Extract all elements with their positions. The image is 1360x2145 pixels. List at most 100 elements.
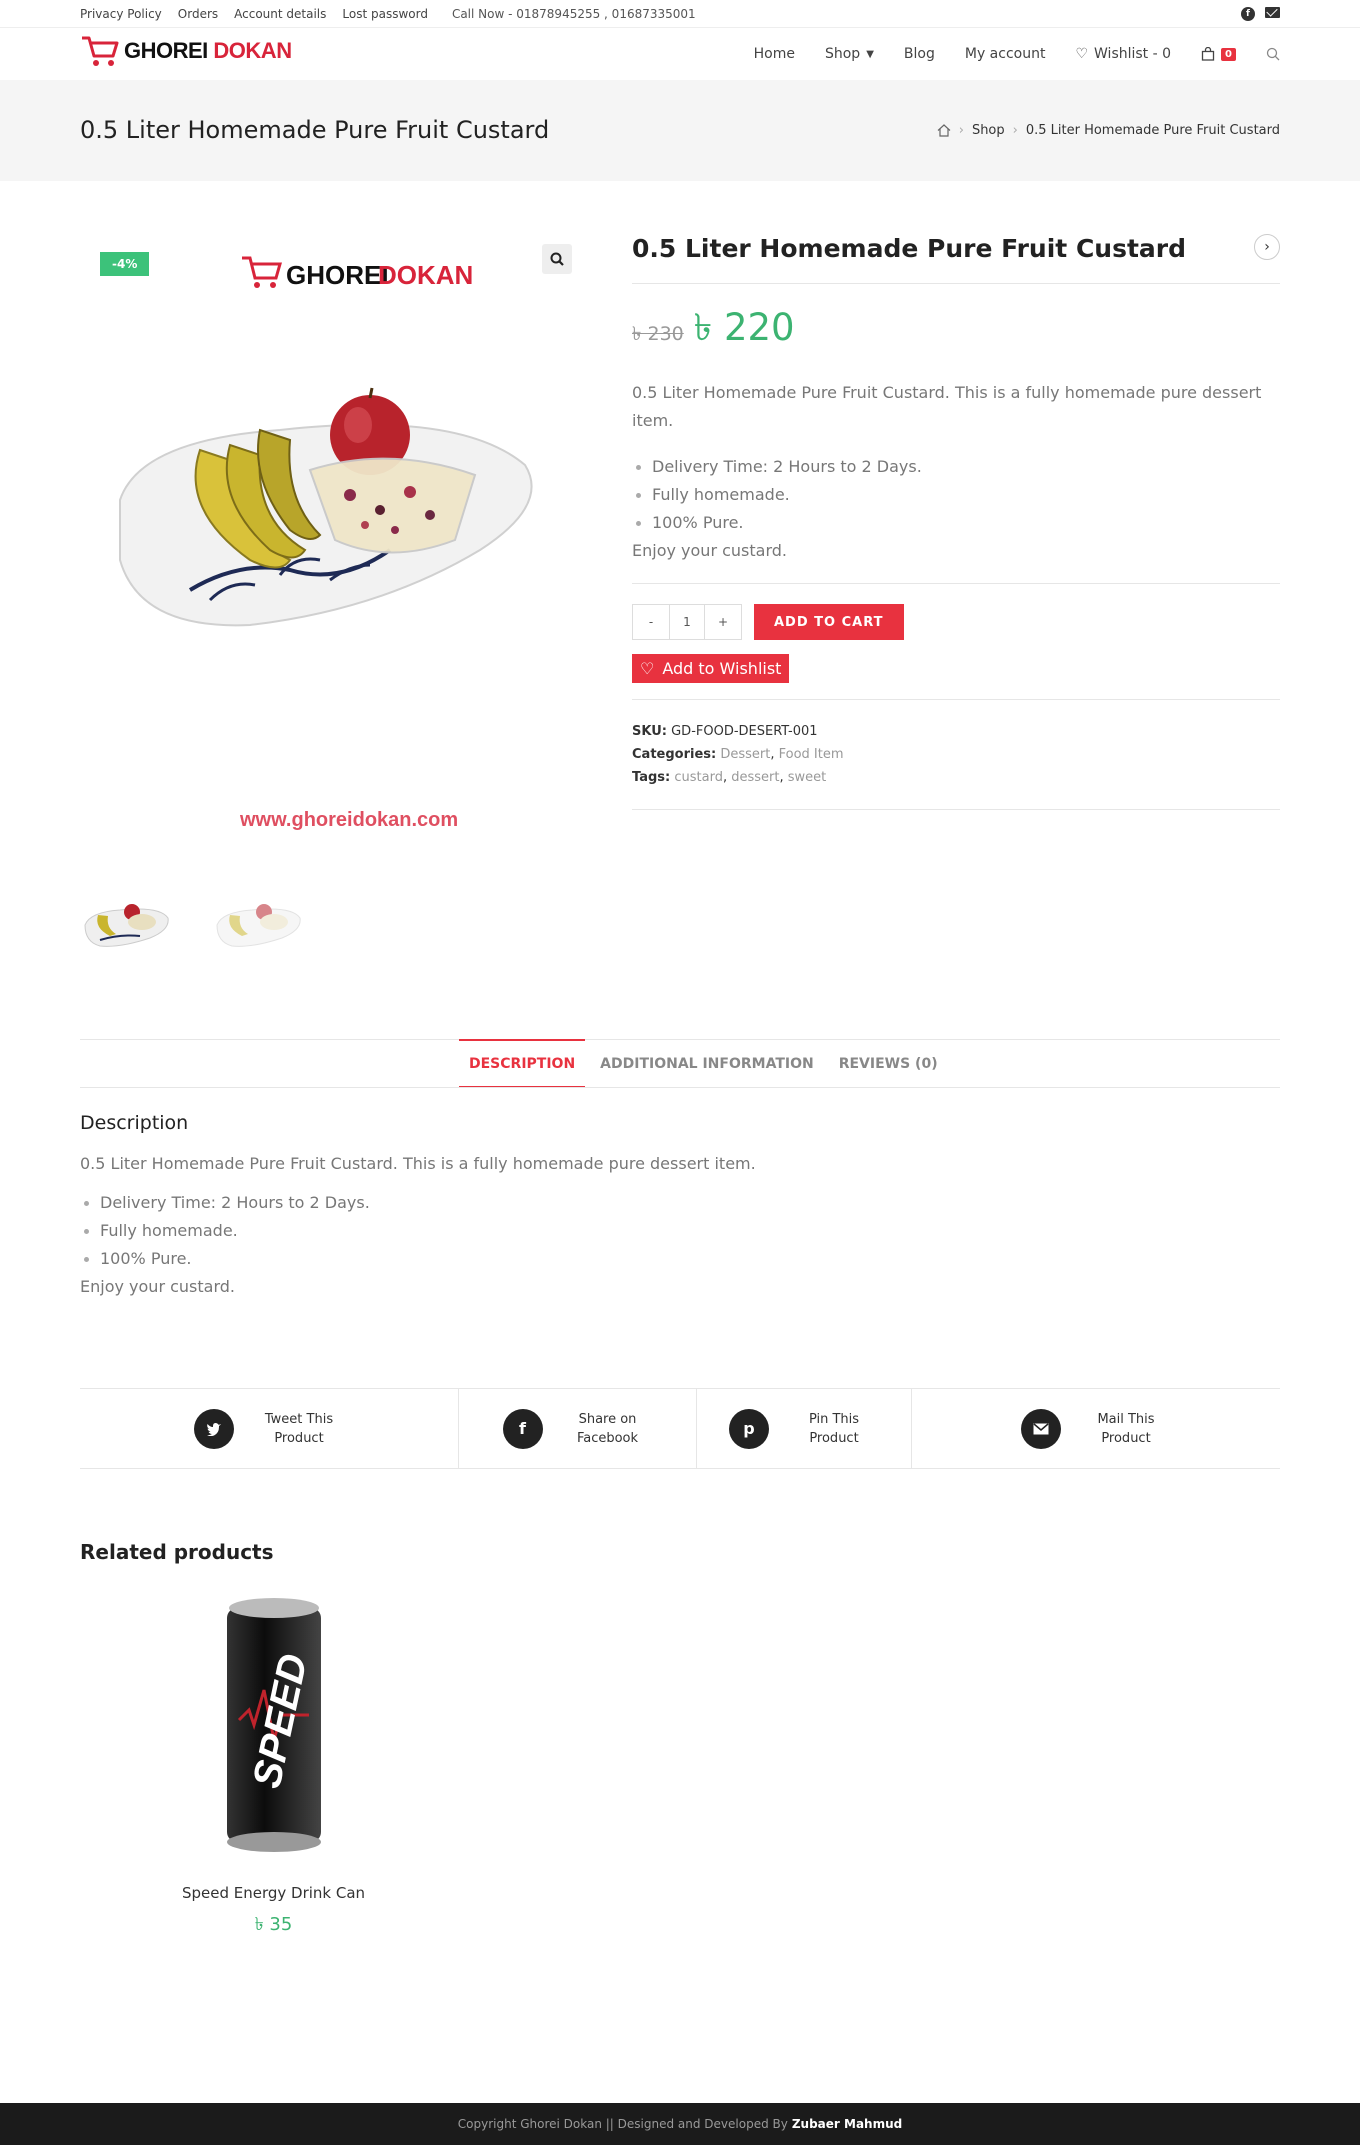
- pinterest-icon: p: [729, 1408, 769, 1449]
- add-to-cart-button[interactable]: ADD TO CART: [754, 604, 904, 640]
- tag-link[interactable]: sweet: [788, 770, 827, 785]
- description-item: Fully homemade.: [80, 1217, 1280, 1245]
- header-search-button[interactable]: [1266, 47, 1280, 61]
- nav-wishlist[interactable]: ♡ Wishlist - 0: [1075, 46, 1171, 62]
- share-line1: Tweet This: [264, 1411, 334, 1427]
- mail-icon[interactable]: [1265, 7, 1280, 18]
- add-to-cart-form: - 1 + ADD TO CART: [632, 604, 1280, 640]
- description-heading: Description: [80, 1112, 189, 1134]
- description-item: Delivery Time: 2 Hours to 2 Days.: [80, 1189, 1280, 1217]
- feature-item: Delivery Time: 2 Hours to 2 Days.: [632, 453, 1280, 481]
- logo-text-part2: DOKAN: [213, 38, 292, 63]
- heart-icon: ♡: [1075, 46, 1089, 62]
- sku-label: SKU:: [632, 724, 667, 739]
- description-closing: Enjoy your custard.: [80, 1277, 235, 1296]
- breadcrumb-separator: ›: [1012, 123, 1018, 138]
- tab-reviews[interactable]: REVIEWS (0): [829, 1039, 948, 1088]
- top-links: Privacy Policy Orders Account details Lo…: [80, 7, 428, 21]
- feature-item: 100% Pure.: [632, 509, 1280, 537]
- image-watermark-url: www.ghoreidokan.com: [239, 809, 458, 831]
- qty-minus-button[interactable]: -: [633, 605, 669, 639]
- share-mail[interactable]: Mail This Product: [912, 1389, 1280, 1468]
- gallery-thumbnails: [80, 890, 304, 952]
- site-logo[interactable]: GHOREI DOKAN: [80, 34, 292, 68]
- share-line2: Product: [274, 1430, 324, 1446]
- product-tabs: DESCRIPTION ADDITIONAL INFORMATION REVIE…: [459, 1039, 953, 1088]
- next-product-arrow[interactable]: ›: [1254, 234, 1280, 260]
- thumbnail-1[interactable]: [80, 890, 172, 952]
- product-gallery: GHOREI DOKAN www.ghoreidokan.com -4%: [80, 230, 580, 890]
- category-link[interactable]: Dessert: [720, 747, 770, 762]
- wishlist-label: Add to Wishlist: [662, 659, 782, 678]
- nav-blog[interactable]: Blog: [904, 46, 935, 62]
- sku-value: GD-FOOD-DESERT-001: [671, 724, 818, 739]
- description-panel: Description 0.5 Liter Homemade Pure Frui…: [80, 1112, 1280, 1301]
- top-bar: Privacy Policy Orders Account details Lo…: [0, 0, 1360, 28]
- qty-input[interactable]: 1: [669, 605, 705, 639]
- nav-shop-label: Shop: [824, 46, 861, 62]
- nav-shop[interactable]: Shop ▼: [825, 46, 874, 62]
- category-link[interactable]: Food Item: [779, 747, 844, 762]
- logo-text-part1: GHOREI: [124, 38, 208, 63]
- home-icon[interactable]: [937, 124, 951, 137]
- product-meta: SKU: GD-FOOD-DESERT-001 Categories: Dess…: [632, 720, 1280, 789]
- share-line2: Product: [1101, 1430, 1151, 1446]
- product-price: ৳ 230 ৳ 220: [632, 298, 1280, 361]
- twitter-icon: [194, 1408, 234, 1449]
- related-product-card[interactable]: SPEED Speed Energy Drink Can ৳ 35: [80, 1590, 467, 1941]
- share-mail-label: Mail This Product: [1081, 1410, 1171, 1448]
- description-item: 100% Pure.: [80, 1245, 1280, 1273]
- feature-item: Fully homemade.: [632, 481, 1280, 509]
- share-line1: Mail This: [1097, 1411, 1155, 1427]
- add-to-wishlist-button[interactable]: ♡ Add to Wishlist: [632, 654, 790, 683]
- zoom-button[interactable]: [542, 244, 572, 274]
- cart-logo-icon: [82, 36, 119, 66]
- top-link-lost-password[interactable]: Lost password: [342, 7, 428, 21]
- sku-row: SKU: GD-FOOD-DESERT-001: [632, 720, 1280, 743]
- social-links: f: [1241, 7, 1280, 21]
- top-link-privacy[interactable]: Privacy Policy: [80, 7, 162, 21]
- footer-author[interactable]: Zubaer Mahmud: [792, 2117, 902, 2131]
- nav-home[interactable]: Home: [754, 46, 795, 62]
- divider: [632, 283, 1280, 284]
- thumbnail-2[interactable]: [212, 890, 304, 952]
- divider: [632, 583, 1280, 584]
- share-line2: Product: [809, 1430, 859, 1446]
- description-text: 0.5 Liter Homemade Pure Fruit Custard. T…: [80, 1154, 756, 1173]
- breadcrumb-shop[interactable]: Shop: [972, 123, 1005, 138]
- watermark-logo-part2: DOKAN: [378, 260, 473, 290]
- tags-label: Tags:: [632, 770, 671, 785]
- share-twitter[interactable]: Tweet This Product: [80, 1389, 459, 1468]
- sale-badge: -4%: [100, 252, 150, 276]
- page-title: 0.5 Liter Homemade Pure Fruit Custard: [80, 116, 550, 144]
- tag-link[interactable]: dessert: [731, 770, 779, 785]
- related-product-image[interactable]: SPEED: [219, 1590, 329, 1860]
- mail-icon: [1021, 1408, 1061, 1449]
- related-product-name[interactable]: Speed Energy Drink Can: [80, 1884, 467, 1902]
- divider: [632, 809, 1280, 810]
- share-pinterest-label: Pin This Product: [789, 1410, 879, 1448]
- divider: [632, 699, 1280, 700]
- categories-label: Categories:: [632, 747, 717, 762]
- top-link-orders[interactable]: Orders: [178, 7, 218, 21]
- qty-plus-button[interactable]: +: [705, 605, 741, 639]
- tab-additional-information[interactable]: ADDITIONAL INFORMATION: [590, 1039, 824, 1088]
- product-summary: 0.5 Liter Homemade Pure Fruit Custard › …: [632, 230, 1280, 810]
- tags-row: Tags: custard, dessert, sweet: [632, 770, 827, 785]
- facebook-icon[interactable]: f: [1241, 7, 1255, 21]
- nav-my-account[interactable]: My account: [965, 46, 1046, 62]
- product-main-image[interactable]: GHOREI DOKAN www.ghoreidokan.com: [80, 230, 580, 850]
- breadcrumb-current: 0.5 Liter Homemade Pure Fruit Custard: [1025, 123, 1280, 138]
- top-link-account-details[interactable]: Account details: [234, 7, 326, 21]
- search-icon: [550, 252, 564, 266]
- tag-link[interactable]: custard: [674, 770, 723, 785]
- footer-copyright: Copyright Ghorei Dokan || Designed and D…: [457, 2117, 788, 2131]
- breadcrumb: › Shop › 0.5 Liter Homemade Pure Fruit C…: [937, 123, 1280, 138]
- related-product-price: ৳ 35: [254, 1914, 293, 1935]
- sale-price: ৳ 220: [693, 306, 795, 349]
- share-pinterest[interactable]: p Pin This Product: [697, 1389, 912, 1468]
- heart-icon: ♡: [640, 659, 655, 678]
- share-facebook[interactable]: f Share on Facebook: [459, 1389, 697, 1468]
- nav-cart[interactable]: 0: [1201, 47, 1236, 61]
- tab-description[interactable]: DESCRIPTION: [459, 1039, 586, 1088]
